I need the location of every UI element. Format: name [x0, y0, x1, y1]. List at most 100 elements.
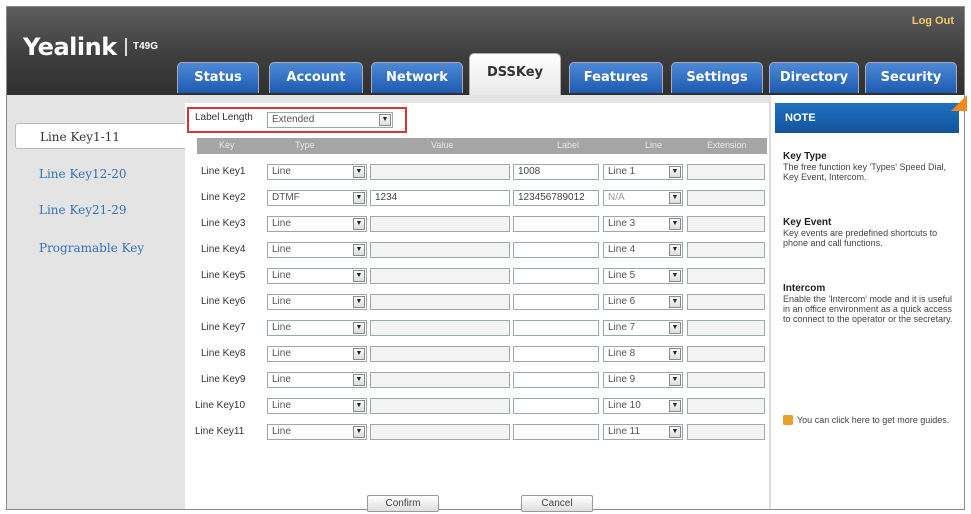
guide-link[interactable]: You can click here to get more guides.: [797, 415, 959, 425]
tab-status[interactable]: Status: [177, 62, 259, 93]
line-select[interactable]: Line 5 ▼: [603, 268, 683, 284]
label-input[interactable]: 123456789012: [513, 190, 599, 206]
value-input[interactable]: 1234: [370, 190, 510, 206]
type-select[interactable]: Line ▼: [267, 372, 367, 388]
label-input[interactable]: [513, 268, 599, 284]
type-select[interactable]: Line ▼: [267, 294, 367, 310]
type-select[interactable]: Line ▼: [267, 268, 367, 284]
label-input[interactable]: [513, 346, 599, 362]
type-select[interactable]: DTMF ▼: [267, 190, 367, 206]
label-input[interactable]: [513, 242, 599, 258]
chevron-down-icon: ▼: [669, 296, 681, 308]
tab-settings[interactable]: Settings: [671, 62, 763, 93]
chevron-down-icon: ▼: [353, 244, 365, 256]
line-select[interactable]: N/A ▼: [603, 190, 683, 206]
label-input[interactable]: [513, 424, 599, 440]
header: Yealink T49G Log Out Status Account Netw…: [7, 7, 964, 95]
value-input[interactable]: [370, 216, 510, 232]
line-select[interactable]: Line 3 ▼: [603, 216, 683, 232]
label-length-select[interactable]: Extended ▼: [267, 112, 393, 128]
label-input[interactable]: [513, 294, 599, 310]
sidebar-item-line-key1-11[interactable]: Line Key1-11: [15, 123, 185, 149]
col-value: Value: [431, 140, 454, 150]
corner-tab-icon: [951, 95, 967, 111]
chevron-down-icon: ▼: [353, 218, 365, 230]
line-select[interactable]: Line 11 ▼: [603, 424, 683, 440]
value-input[interactable]: [370, 294, 510, 310]
row-key-label: Line Key2: [201, 192, 246, 203]
tab-features[interactable]: Features: [569, 62, 663, 93]
extension-input[interactable]: [687, 242, 765, 258]
type-select[interactable]: Line ▼: [267, 216, 367, 232]
label-input[interactable]: [513, 398, 599, 414]
line-select[interactable]: Line 9 ▼: [603, 372, 683, 388]
tab-network[interactable]: Network: [371, 62, 463, 93]
sidebar-item-programable-key[interactable]: Programable Key: [39, 241, 144, 255]
line-select[interactable]: Line 7 ▼: [603, 320, 683, 336]
tab-dsskey[interactable]: DSSKey: [469, 53, 561, 95]
label-input[interactable]: [513, 372, 599, 388]
extension-input[interactable]: [687, 320, 765, 336]
extension-input[interactable]: [687, 216, 765, 232]
extension-input[interactable]: [687, 268, 765, 284]
line-select[interactable]: Line 10 ▼: [603, 398, 683, 414]
col-key: Key: [219, 140, 235, 150]
row-key-label: Line Key6: [201, 296, 246, 307]
chevron-down-icon: ▼: [669, 166, 681, 178]
type-select[interactable]: Line ▼: [267, 424, 367, 440]
row-key-label: Line Key8: [201, 348, 246, 359]
model-label: T49G: [125, 38, 158, 56]
page-frame: Yealink T49G Log Out Status Account Netw…: [6, 6, 967, 512]
tab-directory[interactable]: Directory: [769, 62, 859, 93]
value-input[interactable]: [370, 242, 510, 258]
row-key-label: Line Key4: [201, 244, 246, 255]
row-key-label: Line Key1: [201, 166, 246, 177]
type-select[interactable]: Line ▼: [267, 164, 367, 180]
row-key-label: Line Key11: [195, 426, 245, 437]
tab-account[interactable]: Account: [269, 62, 363, 93]
extension-input[interactable]: [687, 294, 765, 310]
line-select[interactable]: Line 4 ▼: [603, 242, 683, 258]
logout-link[interactable]: Log Out: [912, 15, 954, 27]
type-select[interactable]: Line ▼: [267, 346, 367, 362]
chevron-down-icon: ▼: [353, 192, 365, 204]
value-input[interactable]: [370, 398, 510, 414]
line-select[interactable]: Line 8 ▼: [603, 346, 683, 362]
type-select[interactable]: Line ▼: [267, 242, 367, 258]
value-input[interactable]: [370, 346, 510, 362]
extension-input[interactable]: [687, 424, 765, 440]
extension-input[interactable]: [687, 164, 765, 180]
extension-input[interactable]: [687, 398, 765, 414]
sidebar-item-line-key12-20[interactable]: Line Key12-20: [39, 167, 127, 181]
table-header: Key Type Value Label Line Extension: [197, 138, 767, 154]
row-key-label: Line Key7: [201, 322, 246, 333]
tab-security[interactable]: Security: [865, 62, 957, 93]
value-input[interactable]: [370, 164, 510, 180]
value-input[interactable]: [370, 320, 510, 336]
chevron-down-icon: ▼: [669, 322, 681, 334]
label-input[interactable]: [513, 320, 599, 336]
note-heading: Key Event: [783, 217, 832, 228]
value-input[interactable]: [370, 268, 510, 284]
label-input[interactable]: [513, 216, 599, 232]
value-input[interactable]: [370, 372, 510, 388]
value-input[interactable]: [370, 424, 510, 440]
chevron-down-icon: ▼: [669, 192, 681, 204]
line-select[interactable]: Line 1 ▼: [603, 164, 683, 180]
note-text: Enable the 'Intercom' mode and it is use…: [783, 294, 953, 324]
confirm-button[interactable]: Confirm: [367, 495, 439, 512]
type-select[interactable]: Line ▼: [267, 320, 367, 336]
extension-input[interactable]: [687, 190, 765, 206]
extension-input[interactable]: [687, 346, 765, 362]
row-key-label: Line Key5: [201, 270, 246, 281]
type-select[interactable]: Line ▼: [267, 398, 367, 414]
line-select[interactable]: Line 6 ▼: [603, 294, 683, 310]
extension-input[interactable]: [687, 372, 765, 388]
cancel-button[interactable]: Cancel: [521, 495, 593, 512]
sidebar-item-line-key21-29[interactable]: Line Key21-29: [39, 203, 127, 217]
chevron-down-icon: ▼: [353, 400, 365, 412]
label-input[interactable]: 1008: [513, 164, 599, 180]
note-heading: Intercom: [783, 283, 826, 294]
label-length-label: Label Length: [195, 112, 253, 123]
note-header: NOTE: [775, 103, 959, 133]
